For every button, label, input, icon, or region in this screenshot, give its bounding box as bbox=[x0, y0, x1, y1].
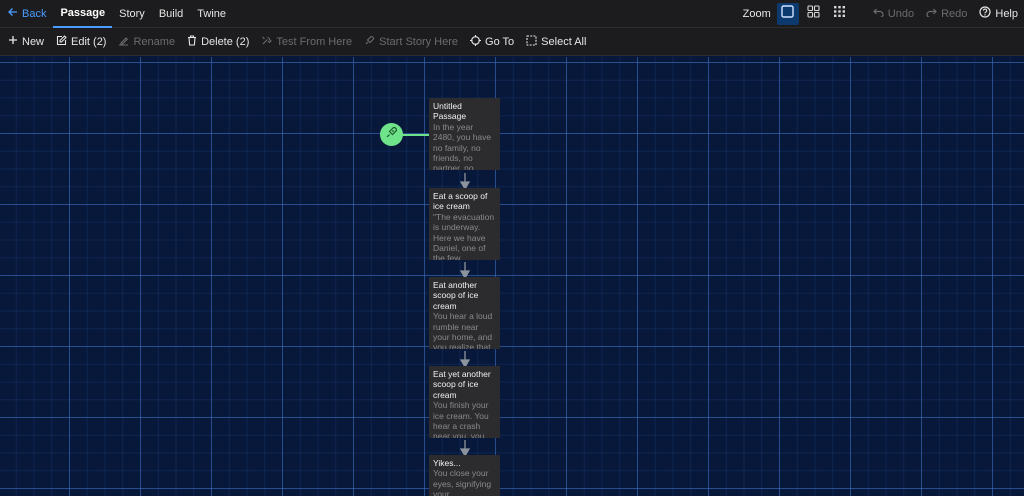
go-to-button[interactable]: Go To bbox=[464, 28, 520, 56]
passage-excerpt: You finish your ice cream. You hear a cr… bbox=[433, 400, 489, 438]
zoom-100-button[interactable] bbox=[776, 2, 799, 25]
passage-toolbar: New Edit (2) Rename Delete (2) Test From… bbox=[0, 28, 1024, 56]
back-label: Back bbox=[22, 7, 47, 20]
redo-label: Redo bbox=[941, 7, 968, 20]
passage-excerpt: You close your eyes, signifying your bbox=[433, 468, 492, 496]
redo-button[interactable]: Redo bbox=[920, 0, 973, 28]
arrow-left-icon bbox=[8, 7, 18, 20]
select-all-label: Select All bbox=[541, 35, 587, 48]
story-map-canvas[interactable]: Untitled Passage In the year 2480, you h… bbox=[0, 57, 1024, 496]
undo-button[interactable]: Undo bbox=[867, 0, 920, 28]
start-connector bbox=[402, 134, 429, 136]
redo-icon bbox=[926, 7, 937, 20]
passage-links bbox=[459, 173, 471, 458]
rename-icon bbox=[118, 35, 129, 49]
passage-excerpt: In the year 2480, you have no family, no… bbox=[433, 121, 492, 170]
passage-excerpt: You hear a loud rumble near your home, a… bbox=[433, 311, 493, 349]
passage-excerpt: "The evacuation is underway. Here we hav… bbox=[433, 211, 495, 260]
crosshair-icon bbox=[470, 34, 482, 49]
top-menu-bar: Back Passage Story Build Twine Zoom Undo bbox=[0, 0, 1024, 28]
passage-card[interactable]: Eat another scoop of ice cream You hear … bbox=[429, 277, 500, 349]
tab-twine[interactable]: Twine bbox=[190, 0, 233, 28]
select-all-button[interactable]: Select All bbox=[520, 28, 592, 56]
tab-story[interactable]: Story bbox=[112, 0, 152, 28]
zoom-60-button[interactable] bbox=[803, 3, 825, 25]
passage-card[interactable]: Untitled Passage In the year 2480, you h… bbox=[429, 98, 500, 170]
square-icon bbox=[781, 4, 794, 23]
rename-label: Rename bbox=[133, 35, 176, 48]
plus-icon bbox=[8, 35, 18, 48]
tab-build[interactable]: Build bbox=[152, 0, 190, 28]
rocket-icon bbox=[385, 126, 398, 144]
passage-title: Untitled Passage bbox=[433, 101, 467, 122]
passage-card[interactable]: Yikes... You close your eyes, signifying… bbox=[429, 455, 500, 496]
test-from-here-button[interactable]: Test From Here bbox=[255, 28, 358, 56]
undo-label: Undo bbox=[887, 7, 915, 20]
rocket-icon bbox=[364, 35, 375, 49]
tools-icon bbox=[261, 35, 273, 49]
new-label: New bbox=[22, 35, 45, 48]
start-passage-marker bbox=[380, 123, 403, 146]
help-label: Help bbox=[995, 7, 1018, 20]
edit-button[interactable]: Edit (2) bbox=[50, 28, 112, 56]
zoom-label: Zoom bbox=[742, 7, 771, 20]
new-passage-button[interactable]: New bbox=[2, 28, 50, 56]
undo-icon bbox=[872, 7, 884, 20]
edit-icon bbox=[56, 34, 67, 49]
passage-card[interactable]: Eat a scoop of ice cream "The evacuation… bbox=[429, 188, 500, 260]
start-story-here-button[interactable]: Start Story Here bbox=[358, 28, 464, 56]
help-button[interactable]: Help bbox=[973, 0, 1024, 28]
passage-title: Eat a scoop of ice cream bbox=[433, 191, 488, 212]
grid-3x3-icon bbox=[833, 5, 846, 23]
passage-title: Eat yet another scoop of ice cream bbox=[433, 369, 491, 400]
grid-2x2-icon bbox=[807, 4, 820, 23]
delete-label: Delete (2) bbox=[201, 35, 250, 48]
tab-passage[interactable]: Passage bbox=[53, 0, 113, 28]
passage-title: Eat another scoop of ice cream bbox=[433, 280, 479, 311]
rename-button[interactable]: Rename bbox=[112, 28, 181, 56]
passage-card[interactable]: Eat yet another scoop of ice cream You f… bbox=[429, 366, 500, 438]
help-circle-icon bbox=[979, 6, 991, 21]
trash-icon bbox=[187, 34, 197, 49]
back-button[interactable]: Back bbox=[0, 0, 53, 28]
test-from-here-label: Test From Here bbox=[276, 35, 353, 48]
edit-label: Edit (2) bbox=[71, 35, 107, 48]
start-story-here-label: Start Story Here bbox=[379, 35, 459, 48]
delete-button[interactable]: Delete (2) bbox=[181, 28, 255, 56]
select-all-icon bbox=[526, 34, 537, 49]
zoom-30-button[interactable] bbox=[829, 3, 851, 25]
passage-title: Yikes... bbox=[433, 458, 461, 468]
go-to-label: Go To bbox=[485, 35, 515, 48]
